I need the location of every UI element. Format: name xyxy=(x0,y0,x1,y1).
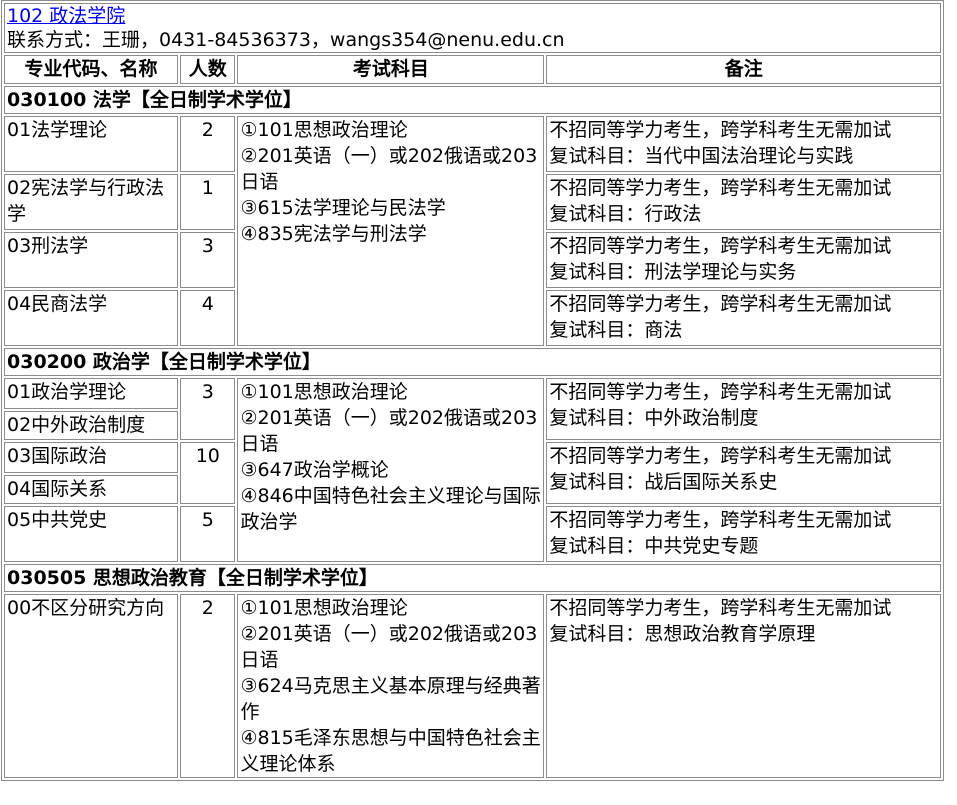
subject-item: ①101思想政治理论 xyxy=(240,119,408,141)
remark-note: 不招同等学力考生，跨学科考生无需加试 xyxy=(549,445,892,467)
section-title: 030505 思想政治教育【全日制学术学位】 xyxy=(4,564,941,592)
college-link[interactable]: 102 政法学院 xyxy=(7,4,938,28)
section-title: 030100 法学【全日制学术学位】 xyxy=(4,86,941,114)
admissions-table: 102 政法学院 联系方式：王珊，0431-84536373，wangs354@… xyxy=(1,0,944,781)
major-name: 03国际政治 xyxy=(4,442,179,473)
major-name: 02宪法学与行政法学 xyxy=(4,174,179,230)
subject-item: ④815毛泽东思想与中国特色社会主义理论体系 xyxy=(240,727,541,775)
enrollment-count: 1 xyxy=(180,174,236,230)
major-name: 00不区分研究方向 xyxy=(4,594,179,778)
enrollment-count: 2 xyxy=(180,116,236,172)
exam-subjects: ①101思想政治理论 ②201英语（一）或202俄语或203日语 ③615法学理… xyxy=(237,116,545,346)
college-header: 102 政法学院 联系方式：王珊，0431-84536373，wangs354@… xyxy=(4,3,941,53)
enrollment-count: 5 xyxy=(180,506,236,562)
enrollment-count: 10 xyxy=(180,442,236,504)
remark-note: 不招同等学力考生，跨学科考生无需加试 xyxy=(549,597,892,619)
retest-subject: 复试科目：行政法 xyxy=(549,203,702,225)
subject-item: ④835宪法学与刑法学 xyxy=(240,223,427,245)
subject-item: ④846中国特色社会主义理论与国际政治学 xyxy=(240,485,541,533)
subject-item: ①101思想政治理论 xyxy=(240,597,408,619)
remark-note: 不招同等学力考生，跨学科考生无需加试 xyxy=(549,381,892,403)
remark-cell: 不招同等学力考生，跨学科考生无需加试 复试科目：行政法 xyxy=(546,174,941,230)
retest-subject: 复试科目：中共党史专题 xyxy=(549,535,759,557)
remark-note: 不招同等学力考生，跨学科考生无需加试 xyxy=(549,119,892,141)
major-name: 01政治学理论 xyxy=(4,378,179,409)
major-name: 03刑法学 xyxy=(4,232,179,288)
enrollment-count: 3 xyxy=(180,232,236,288)
enrollment-count: 2 xyxy=(180,594,236,778)
contact-info: 联系方式：王珊，0431-84536373，wangs354@nenu.edu.… xyxy=(7,29,565,51)
remark-cell: 不招同等学力考生，跨学科考生无需加试 复试科目：刑法学理论与实务 xyxy=(546,232,941,288)
retest-subject: 复试科目：中外政治制度 xyxy=(549,407,759,429)
remark-cell: 不招同等学力考生，跨学科考生无需加试 复试科目：战后国际关系史 xyxy=(546,442,941,504)
column-header-subjects: 考试科目 xyxy=(237,55,545,84)
column-header-major: 专业代码、名称 xyxy=(4,55,179,84)
remark-note: 不招同等学力考生，跨学科考生无需加试 xyxy=(549,177,892,199)
major-name: 04民商法学 xyxy=(4,290,179,346)
exam-subjects: ①101思想政治理论 ②201英语（一）或202俄语或203日语 ③624马克思… xyxy=(237,594,545,778)
major-name: 01法学理论 xyxy=(4,116,179,172)
major-name: 04国际关系 xyxy=(4,475,179,504)
retest-subject: 复试科目：当代中国法治理论与实践 xyxy=(549,145,854,167)
section-title: 030200 政治学【全日制学术学位】 xyxy=(4,348,941,376)
remark-note: 不招同等学力考生，跨学科考生无需加试 xyxy=(549,509,892,531)
remark-note: 不招同等学力考生，跨学科考生无需加试 xyxy=(549,235,892,257)
retest-subject: 复试科目：商法 xyxy=(549,319,683,341)
major-name: 05中共党史 xyxy=(4,506,179,562)
subject-item: ③615法学理论与民法学 xyxy=(240,197,446,219)
retest-subject: 复试科目：刑法学理论与实务 xyxy=(549,261,797,283)
subject-item: ③647政治学概论 xyxy=(240,459,389,481)
remark-cell: 不招同等学力考生，跨学科考生无需加试 复试科目：思想政治教育学原理 xyxy=(546,594,941,778)
retest-subject: 复试科目：战后国际关系史 xyxy=(549,471,778,493)
subject-item: ②201英语（一）或202俄语或203日语 xyxy=(240,145,538,193)
subject-item: ②201英语（一）或202俄语或203日语 xyxy=(240,407,538,455)
remark-cell: 不招同等学力考生，跨学科考生无需加试 复试科目：中外政治制度 xyxy=(546,378,941,440)
major-name: 02中外政治制度 xyxy=(4,411,179,440)
subject-item: ②201英语（一）或202俄语或203日语 xyxy=(240,623,538,671)
retest-subject: 复试科目：思想政治教育学原理 xyxy=(549,623,816,645)
subject-item: ①101思想政治理论 xyxy=(240,381,408,403)
column-header-remarks: 备注 xyxy=(546,55,941,84)
column-header-count: 人数 xyxy=(180,55,236,84)
enrollment-count: 4 xyxy=(180,290,236,346)
remark-cell: 不招同等学力考生，跨学科考生无需加试 复试科目：当代中国法治理论与实践 xyxy=(546,116,941,172)
enrollment-count: 3 xyxy=(180,378,236,440)
subject-item: ③624马克思主义基本原理与经典著作 xyxy=(240,675,541,723)
remark-cell: 不招同等学力考生，跨学科考生无需加试 复试科目：商法 xyxy=(546,290,941,346)
remark-note: 不招同等学力考生，跨学科考生无需加试 xyxy=(549,293,892,315)
remark-cell: 不招同等学力考生，跨学科考生无需加试 复试科目：中共党史专题 xyxy=(546,506,941,562)
exam-subjects: ①101思想政治理论 ②201英语（一）或202俄语或203日语 ③647政治学… xyxy=(237,378,545,562)
